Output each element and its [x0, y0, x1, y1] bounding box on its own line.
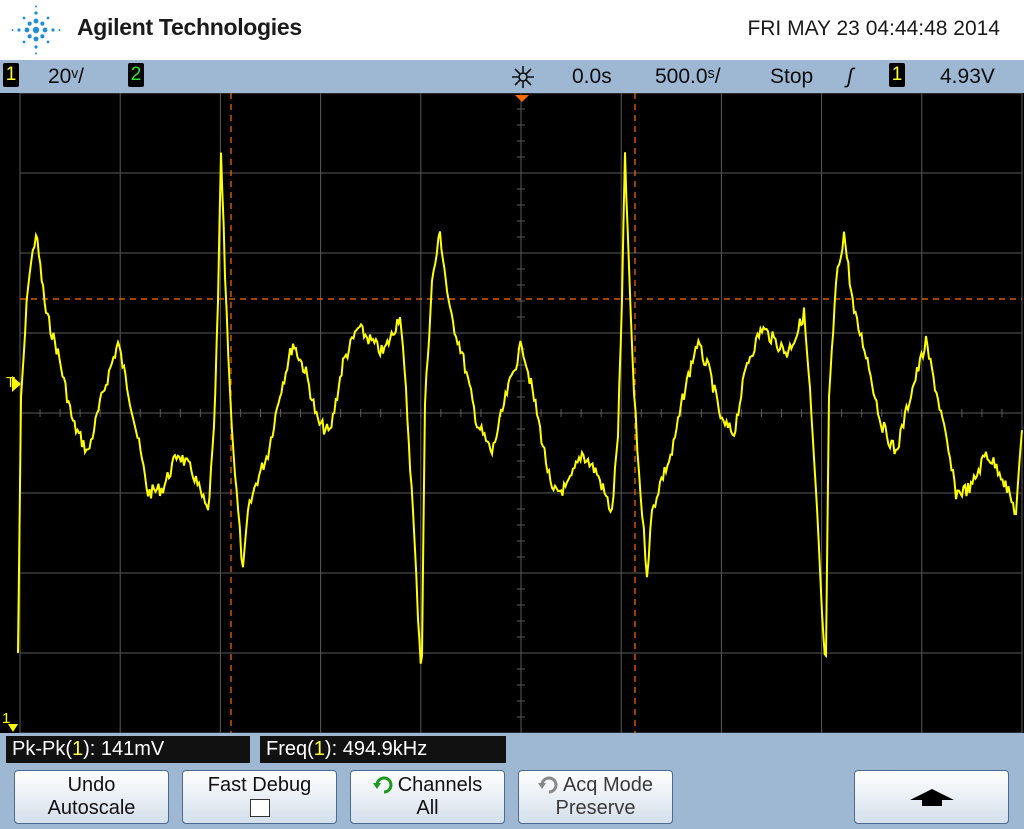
graticule-grid	[19, 93, 1023, 733]
date-time: FRI MAY 23 04:44:48 2014	[747, 17, 1000, 40]
up-menu-button[interactable]	[854, 770, 1009, 824]
run-state[interactable]: Stop	[770, 65, 813, 89]
trigger-source[interactable]: 1	[889, 63, 905, 87]
channel-1-scale[interactable]: 20ᵛ/	[48, 65, 84, 89]
fast-debug-button[interactable]: Fast Debug	[182, 770, 337, 824]
brand-title: Agilent Technologies	[77, 14, 302, 40]
channel-1-indicator[interactable]: 1	[3, 63, 19, 87]
trigger-edge-icon: ʃ	[847, 65, 854, 88]
channels-button[interactable]: Channels All	[350, 770, 505, 824]
waveform-graticule: T 1	[2, 93, 1023, 733]
measurement-bar: Pk-Pk(1): 141mV Freq(1): 494.9kHz	[0, 733, 1024, 766]
rotate-knob-icon	[537, 776, 558, 794]
undo-autoscale-button[interactable]: Undo Autoscale	[14, 770, 169, 824]
trigger-delay[interactable]: 0.0s	[572, 65, 612, 89]
agilent-logo-icon	[11, 5, 61, 55]
softkey-bar: Undo Autoscale Fast Debug Channels All A…	[0, 766, 1024, 829]
measurement-frequency[interactable]: Freq(1): 494.9kHz	[260, 736, 506, 763]
waveform-display[interactable]: T 1	[0, 93, 1024, 733]
timebase-scale[interactable]: 500.0ˢ/	[655, 65, 721, 89]
channel-1-trace	[17, 152, 1023, 664]
ch1-ground-marker-icon	[8, 724, 18, 732]
header: Agilent Technologies FRI MAY 23 04:44:48…	[0, 0, 1024, 60]
rotate-knob-icon	[372, 776, 393, 794]
up-arrow-icon	[909, 789, 954, 806]
channel-2-indicator[interactable]: 2	[128, 63, 144, 87]
trigger-position-marker	[515, 95, 529, 102]
trigger-level[interactable]: 4.93V	[940, 65, 995, 89]
acq-mode-button[interactable]: Acq Mode Preserve	[518, 770, 673, 824]
trigger-level-marker-label: T	[6, 374, 15, 391]
fast-debug-checkbox[interactable]	[249, 799, 270, 817]
trigger-position-icon	[512, 66, 534, 88]
measurement-pk-pk[interactable]: Pk-Pk(1): 141mV	[6, 736, 250, 763]
status-bar: 1 20ᵛ/ 2 0.0s 500.0ˢ/ Stop ʃ 1 4.93V	[0, 60, 1024, 93]
